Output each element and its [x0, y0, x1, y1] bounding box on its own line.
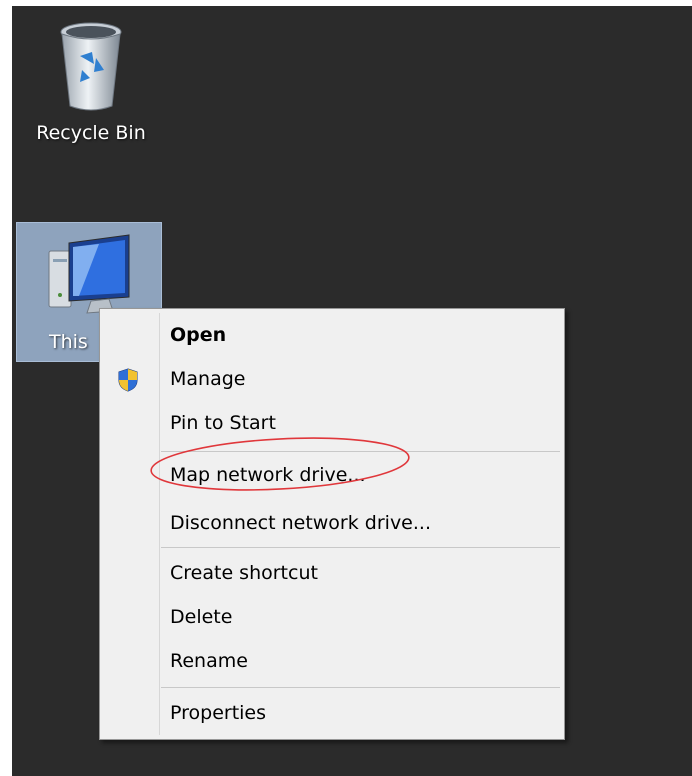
menu-item-rename[interactable]: Rename	[103, 641, 561, 681]
menu-item-pin-to-start[interactable]: Pin to Start	[103, 403, 561, 443]
menu-item-properties[interactable]: Properties	[103, 693, 561, 733]
menu-item-open[interactable]: Open	[103, 315, 561, 355]
menu-item-label: Rename	[170, 650, 248, 672]
menu-item-label: Disconnect network drive...	[170, 512, 431, 534]
menu-separator	[161, 547, 560, 548]
desktop: Recycle Bin This Open Manage Pin to Star…	[12, 6, 692, 776]
menu-item-label: Properties	[170, 702, 267, 724]
menu-item-label: Delete	[170, 606, 233, 628]
recycle-bin-desktop-icon[interactable]: Recycle Bin	[22, 16, 160, 156]
menu-item-map-network-drive[interactable]: Map network drive...	[103, 455, 561, 495]
menu-item-label: Create shortcut	[170, 562, 318, 584]
this-pc-label: This	[49, 331, 88, 353]
menu-item-create-shortcut[interactable]: Create shortcut	[103, 553, 561, 593]
recycle-bin-icon	[60, 22, 122, 111]
recycle-bin-label: Recycle Bin	[36, 122, 146, 144]
menu-item-label: Open	[170, 324, 227, 346]
menu-item-disconnect-network-drive[interactable]: Disconnect network drive...	[103, 503, 561, 543]
menu-separator	[161, 451, 560, 452]
menu-item-delete[interactable]: Delete	[103, 597, 561, 637]
menu-separator	[161, 687, 560, 688]
menu-item-label: Map network drive...	[170, 464, 366, 486]
menu-item-label: Pin to Start	[170, 412, 276, 434]
menu-item-manage[interactable]: Manage	[103, 359, 561, 399]
menu-item-label: Manage	[170, 368, 246, 390]
uac-shield-icon	[118, 368, 138, 392]
context-menu: Open Manage Pin to Start Map network dri…	[99, 308, 565, 740]
